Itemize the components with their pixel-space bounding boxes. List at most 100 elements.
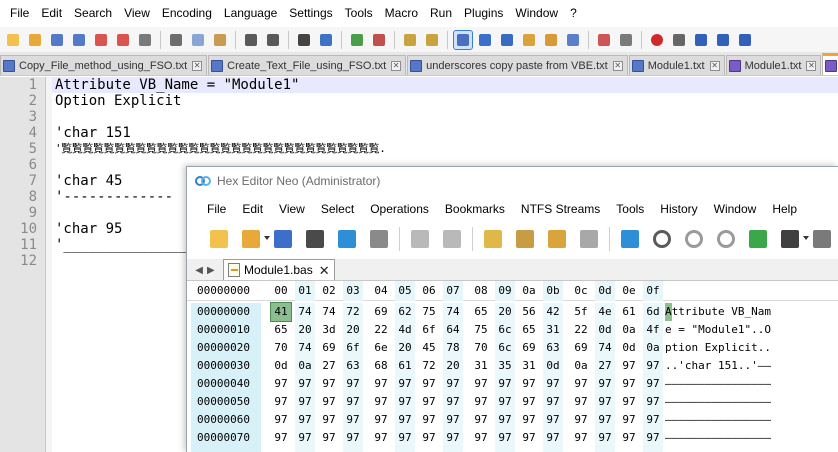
- hex-byte[interactable]: 70: [471, 339, 491, 357]
- hex-byte[interactable]: 3d: [319, 321, 339, 339]
- paste-special-icon[interactable]: [576, 226, 602, 252]
- find-icon[interactable]: [649, 226, 675, 252]
- hex-byte[interactable]: 20: [395, 339, 415, 357]
- hex-byte[interactable]: 97: [271, 393, 291, 411]
- sync-h-icon[interactable]: [423, 31, 441, 49]
- hex-menu-edit[interactable]: Edit: [234, 202, 271, 216]
- ascii-text[interactable]: e = "Module1"..O: [665, 321, 789, 339]
- redo-icon[interactable]: [439, 226, 465, 252]
- hex-byte[interactable]: 97: [419, 411, 439, 429]
- menu-language[interactable]: Language: [218, 0, 283, 27]
- hex-row[interactable]: 00000030 0d 0a 27 63 68 61 72 20 31 35 31 0d 0a 27 97 97…: [187, 357, 838, 375]
- hex-byte[interactable]: 31: [543, 321, 563, 339]
- hex-byte[interactable]: 31: [519, 357, 539, 375]
- menu-settings[interactable]: Settings: [283, 0, 338, 27]
- close-tab-icon[interactable]: ✕: [806, 60, 817, 71]
- hex-byte[interactable]: 74: [595, 339, 615, 357]
- hex-byte[interactable]: 97: [295, 393, 315, 411]
- hex-byte[interactable]: 97: [543, 411, 563, 429]
- hex-menu-bookmarks[interactable]: Bookmarks: [437, 202, 513, 216]
- code-line[interactable]: 'char 45: [55, 173, 122, 189]
- hex-byte[interactable]: 97: [371, 429, 391, 447]
- hex-byte[interactable]: 5f: [571, 303, 591, 321]
- hex-byte[interactable]: 97: [295, 375, 315, 393]
- hex-row[interactable]: 00000040 97 97 97 97 97 97 97 97 97 97 97 97 97 97 97 97…: [187, 375, 838, 393]
- tab-scroll-right-icon[interactable]: ▶: [207, 265, 215, 276]
- hex-menu-ntfs-streams[interactable]: NTFS Streams: [513, 202, 608, 216]
- code-line[interactable]: 'char 95: [55, 221, 122, 237]
- hex-byte[interactable]: 97: [571, 393, 591, 411]
- hex-row[interactable]: 00000020 70 74 69 6f 6e 20 45 78 70 6c 69 63 69 74 0d 0a…: [187, 339, 838, 357]
- hex-byte[interactable]: 72: [419, 357, 439, 375]
- zoom-out-icon[interactable]: [370, 31, 388, 49]
- hex-byte[interactable]: 74: [319, 303, 339, 321]
- hex-byte[interactable]: 97: [471, 375, 491, 393]
- hex-byte[interactable]: 70: [271, 339, 291, 357]
- npp-tab-4[interactable]: Module1.txt ✕: [628, 55, 725, 75]
- redo-icon[interactable]: [264, 31, 282, 49]
- hex-byte[interactable]: 20: [443, 357, 463, 375]
- hex-byte[interactable]: 97: [319, 429, 339, 447]
- print-icon[interactable]: [366, 226, 392, 252]
- npp-tab-5[interactable]: Module1.txt ✕: [725, 55, 822, 75]
- hex-row[interactable]: 00000060 97 97 97 97 97 97 97 97 97 97 97 97 97 97 97 97…: [187, 411, 838, 429]
- hex-menu-help[interactable]: Help: [764, 202, 805, 216]
- hex-byte[interactable]: 97: [619, 429, 639, 447]
- hex-byte[interactable]: 6d: [643, 303, 663, 321]
- close-tab-icon[interactable]: ✕: [319, 264, 330, 277]
- hex-byte[interactable]: 65: [471, 303, 491, 321]
- hex-row[interactable]: 00000050 97 97 97 97 97 97 97 97 97 97 97 97 97 97 97 97…: [187, 393, 838, 411]
- copy-icon[interactable]: [512, 226, 538, 252]
- hex-byte[interactable]: 97: [419, 375, 439, 393]
- ascii-text[interactable]: ..'char 151..'——: [665, 357, 789, 375]
- hex-menu-history[interactable]: History: [652, 202, 705, 216]
- npp-tab-2[interactable]: Create_Text_File_using_FSO.txt ✕: [208, 55, 407, 75]
- hex-byte[interactable]: 74: [443, 303, 463, 321]
- menu-view[interactable]: View: [118, 0, 156, 27]
- menu-window[interactable]: Window: [509, 0, 564, 27]
- hex-byte[interactable]: 20: [295, 321, 315, 339]
- hex-byte[interactable]: 64: [443, 321, 463, 339]
- tools-icon[interactable]: [809, 226, 835, 252]
- hex-byte[interactable]: 74: [295, 303, 315, 321]
- hex-byte[interactable]: 6e: [371, 339, 391, 357]
- hex-byte[interactable]: 0d: [543, 357, 563, 375]
- hex-data-grid[interactable]: 00000000 41 74 74 72 69 62 75 74 65 20 56 42 5f 4e 61 6d…: [187, 302, 838, 452]
- base-icon[interactable]: [777, 226, 809, 252]
- new-icon[interactable]: [206, 226, 232, 252]
- hex-byte[interactable]: 97: [271, 411, 291, 429]
- hex-byte[interactable]: 69: [319, 339, 339, 357]
- close-tab-icon[interactable]: ✕: [612, 60, 623, 71]
- save-macro-icon[interactable]: [736, 31, 754, 49]
- close-tab-icon[interactable]: ✕: [709, 60, 720, 71]
- hex-byte[interactable]: 6c: [495, 321, 515, 339]
- hex-byte[interactable]: 97: [371, 411, 391, 429]
- folder-workspace-icon[interactable]: [595, 31, 613, 49]
- menu-file[interactable]: File: [4, 0, 35, 27]
- hex-byte[interactable]: 0a: [295, 357, 315, 375]
- ascii-text[interactable]: ————————————————: [665, 375, 789, 393]
- code-line[interactable]: '覧覧覧覧覧覧覧覧覧覧覧覧覧覧覧覧覧覧覧覧覧覧覧覧覧覧覧覧覧覧.: [55, 141, 386, 157]
- hex-byte[interactable]: 97: [471, 393, 491, 411]
- hex-byte[interactable]: 97: [643, 411, 663, 429]
- menu-plugins[interactable]: Plugins: [458, 0, 509, 27]
- hex-byte[interactable]: 4d: [395, 321, 415, 339]
- code-line[interactable]: 'char 151: [55, 125, 131, 141]
- hex-byte[interactable]: 97: [319, 411, 339, 429]
- menu-help[interactable]: ?: [564, 0, 583, 27]
- hex-byte[interactable]: 97: [343, 375, 363, 393]
- close-tab-icon[interactable]: ✕: [192, 60, 203, 71]
- hex-byte[interactable]: 97: [271, 375, 291, 393]
- menu-run[interactable]: Run: [424, 0, 458, 27]
- hex-menu-view[interactable]: View: [271, 202, 313, 216]
- hex-byte[interactable]: 61: [619, 303, 639, 321]
- hex-byte[interactable]: 97: [471, 429, 491, 447]
- hex-menu-operations[interactable]: Operations: [362, 202, 437, 216]
- hex-byte[interactable]: 97: [571, 375, 591, 393]
- play-macro-icon[interactable]: [692, 31, 710, 49]
- menu-search[interactable]: Search: [68, 0, 118, 27]
- hex-byte[interactable]: 41: [270, 302, 292, 322]
- hex-titlebar[interactable]: Hex Editor Neo (Administrator): [187, 167, 838, 195]
- hex-byte[interactable]: 22: [571, 321, 591, 339]
- hex-byte[interactable]: 97: [519, 375, 539, 393]
